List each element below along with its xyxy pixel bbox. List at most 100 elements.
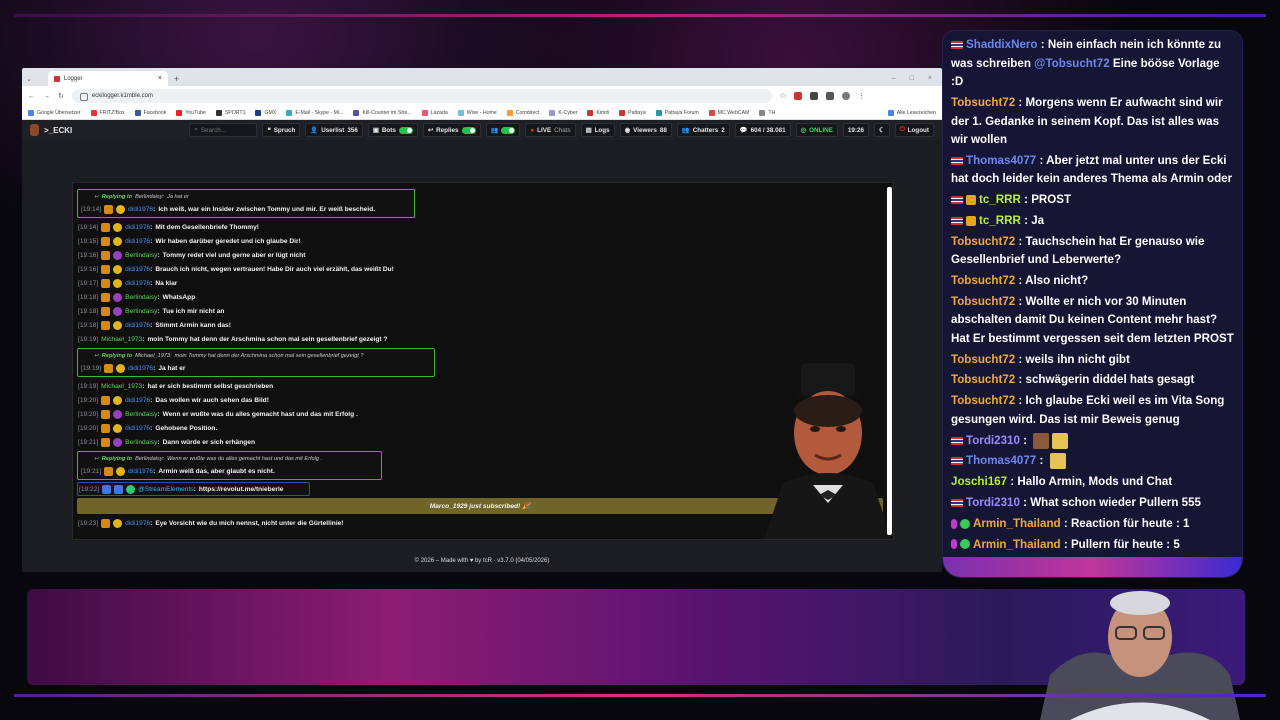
bookmark-item[interactable]: Alle Lesezeichen (887, 109, 936, 116)
user-icon: 👤 (310, 127, 319, 134)
maximize-icon[interactable]: □ (910, 75, 914, 82)
bookmark-item[interactable]: SPORT1 (215, 109, 245, 116)
app-brand[interactable]: >_ECKI (30, 124, 72, 136)
new-tab-icon[interactable]: + (174, 74, 179, 84)
overlay-message-text: Also nicht? (1025, 274, 1089, 288)
bookmark-star-icon[interactable]: ☆ (780, 92, 786, 100)
username[interactable]: didi1976 (128, 468, 153, 475)
link-text[interactable]: https://revolut.me/tnieberle (199, 486, 284, 493)
spruch-button[interactable]: ❝ Spruch (262, 123, 301, 137)
bookmark-item[interactable]: Wise - Home (457, 109, 497, 116)
bookmark-label: FRITZ!Box (99, 109, 125, 116)
bookmark-item[interactable]: TH (759, 109, 775, 116)
username[interactable]: didi1976 (125, 397, 150, 404)
scrollbar[interactable] (887, 187, 892, 535)
crown-icon (966, 215, 976, 226)
username[interactable]: didi1976 (125, 520, 150, 527)
portrait-image (753, 363, 893, 539)
username[interactable]: Berlindaisy (125, 439, 157, 446)
bookmark-favicon-icon (176, 109, 183, 116)
username[interactable]: didi1976 (125, 266, 150, 273)
message-text: Wir haben darüber geredet und ich glaube… (155, 237, 301, 245)
moderator-crown-icon (101, 292, 111, 302)
username[interactable]: didi1976 (125, 322, 150, 329)
forward-icon[interactable]: → (43, 93, 50, 100)
username[interactable]: didi1976 (128, 206, 153, 213)
message-text: Stimmt Armin kann das! (155, 321, 231, 329)
bookmark-item[interactable]: E-Mail - Skype - Mi... (286, 109, 343, 116)
window-controls: – □ × (892, 75, 942, 82)
moderator-crown-icon (101, 278, 111, 288)
bookmark-favicon-icon (90, 109, 97, 116)
replies-toggle[interactable] (461, 126, 476, 134)
dark-mode-toggle[interactable]: ☾ (874, 123, 890, 137)
nav-search-input[interactable]: ⌕ Search... (189, 123, 258, 137)
reload-icon[interactable]: ↻ (58, 92, 64, 100)
bookmark-item[interactable]: Facebook (134, 109, 166, 116)
bookmark-item[interactable]: Pattaya (619, 109, 646, 116)
username[interactable]: Berlindaisy (125, 411, 157, 418)
username[interactable]: Michael_1973 (101, 383, 142, 390)
chatters-button[interactable]: 👥 Chatters 2 (676, 123, 730, 137)
extensions-puzzle-icon[interactable] (826, 92, 835, 100)
url-input[interactable]: eckilogger.k1mble.com (71, 89, 772, 103)
crown-icon (966, 195, 976, 206)
browser-menu-icon[interactable]: ⋮ (858, 92, 865, 100)
bookmark-favicon-icon (506, 109, 513, 116)
profile-avatar-icon[interactable] (842, 92, 851, 100)
users-toggle[interactable] (501, 126, 516, 134)
message-text: Armin weiß das, aber glaubt es nicht. (158, 467, 275, 475)
viewers-button[interactable]: ◉ Viewers 88 (619, 123, 672, 137)
brand-avatar-icon (30, 124, 39, 136)
bots-toggle[interactable] (398, 126, 413, 134)
username[interactable]: @StreamElements (138, 486, 193, 493)
live-chats-button[interactable]: ● LIVE Chats (525, 123, 576, 137)
colon: : (157, 307, 160, 315)
close-tab-icon[interactable]: × (158, 75, 162, 82)
tab-bar: ⌄ Logger × + – □ × (22, 68, 942, 86)
bookmark-item[interactable]: Kill-Counter im Stre... (353, 109, 412, 116)
extension-icon[interactable] (810, 92, 819, 100)
userlist-button[interactable]: 👤 Userlist 356 (305, 123, 363, 137)
bookmark-item[interactable]: Kimiti (587, 109, 609, 116)
message-count: 604 / 38.081 (750, 126, 786, 134)
bookmark-item[interactable]: MC WebCAM (708, 109, 749, 116)
minimize-icon[interactable]: – (892, 75, 896, 82)
username[interactable]: didi1976 (125, 280, 150, 287)
bookmark-item[interactable]: Google Übersetzer (28, 109, 81, 116)
bookmark-item[interactable]: Comdirect (506, 109, 539, 116)
user-badge-icon (113, 292, 123, 302)
colon: : (150, 265, 153, 273)
logs-button[interactable]: ▤ Logs (580, 123, 615, 137)
bots-button[interactable]: ▣ Bots (367, 123, 418, 137)
timestamp: [19:20] (78, 410, 99, 418)
replies-button[interactable]: ↩ Replies (422, 123, 481, 137)
users-toggle-button[interactable]: 👥 (485, 123, 521, 137)
username[interactable]: didi1976 (125, 238, 150, 245)
username[interactable]: Berlindaisy (125, 252, 157, 259)
username[interactable]: didi1976 (128, 365, 153, 372)
bookmark-item[interactable]: Pattaya Forum (655, 109, 699, 116)
overlay-chat-message: Tobsucht72 : Morgens wenn Er aufwacht si… (951, 94, 1234, 150)
bookmark-item[interactable]: K-Cyber (549, 109, 577, 116)
bookmark-item[interactable]: FRITZ!Box (90, 109, 125, 116)
username[interactable]: didi1976 (125, 224, 150, 231)
tab-list-chevron-icon[interactable]: ⌄ (26, 75, 32, 83)
username[interactable]: didi1976 (125, 425, 150, 432)
emote-icon (1049, 453, 1066, 470)
username[interactable]: Berlindaisy (125, 294, 157, 301)
username[interactable]: Michael_1973 (101, 336, 142, 343)
bookmark-item[interactable]: GMX (255, 109, 276, 116)
timestamp: [19:19] (78, 335, 99, 343)
logout-button[interactable]: ⏻ Logout (894, 123, 934, 137)
close-window-icon[interactable]: × (928, 75, 932, 82)
colon: : (153, 205, 156, 213)
browser-tab[interactable]: Logger × (47, 71, 168, 86)
extension-icon[interactable] (794, 92, 803, 100)
username[interactable]: Berlindaisy (125, 308, 157, 315)
bookmark-item[interactable]: YouTube (176, 109, 206, 116)
viewers-label: Viewers (633, 126, 657, 134)
back-icon[interactable]: ← (28, 93, 35, 100)
bookmark-item[interactable]: Lazada (421, 109, 448, 116)
colon: : (1037, 38, 1048, 52)
